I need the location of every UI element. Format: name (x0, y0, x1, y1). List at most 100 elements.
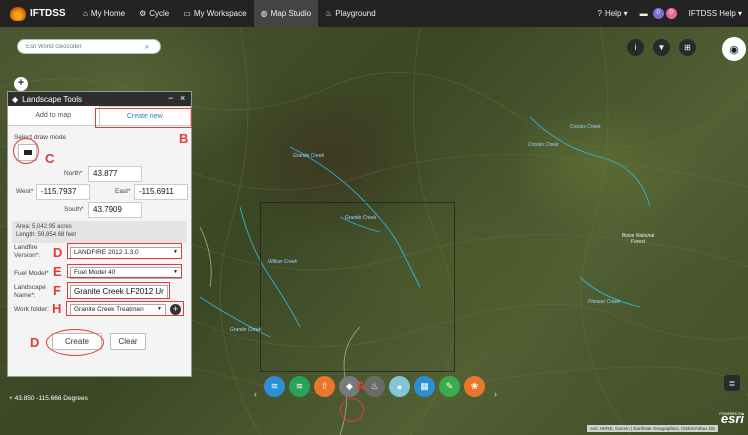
map-label: Crooks Creek (528, 142, 559, 148)
map-label: Granite Creek (293, 153, 325, 159)
palette-icon[interactable]: ❀ (464, 376, 485, 397)
toolbar-next-arrow-icon[interactable]: › (494, 389, 497, 399)
annotation-letter-d2: D (30, 335, 40, 350)
panel-title: Landscape Tools (22, 94, 83, 104)
map-label: Crooks Creek (570, 124, 601, 130)
east-input[interactable]: -115.6911 (134, 184, 188, 200)
nav-cycle[interactable]: ⚙ Cycle (132, 0, 176, 27)
layers-icon[interactable]: ≋ (264, 376, 285, 397)
workspace-icon: ▭ (183, 9, 191, 18)
user-help-menu[interactable]: IFTDSS Help ▾ (683, 0, 748, 27)
annotation-letter-b: B (179, 131, 189, 146)
user-help-label: IFTDSS Help ▾ (688, 9, 742, 18)
nav-playground[interactable]: ♨ Playground (318, 0, 383, 27)
nav-my-home[interactable]: ⌂ My Home (76, 0, 132, 27)
landfire-label: Landfire (14, 244, 38, 251)
search-icon[interactable]: ⌕ (138, 40, 156, 53)
annotation-box-b (95, 108, 192, 128)
toolbar-prev-arrow-icon[interactable]: ‹ (254, 389, 257, 399)
annotation-circle-a (340, 398, 364, 422)
area-of-interest-box (260, 202, 455, 372)
north-label: North* (64, 170, 83, 177)
fire-tool-icon[interactable]: ♨ (364, 376, 385, 397)
globe-icon: ◍ (260, 9, 268, 18)
nav-cycle-label: Cycle (149, 9, 170, 18)
panel-header: ◆ Landscape Tools − × (8, 92, 191, 106)
map-label: Granite Creek (230, 327, 262, 333)
landfire-label-line2: Version*: (14, 252, 41, 259)
landscape-tool-icon: ◆ (12, 94, 19, 104)
brand-name: IFTDSS (30, 8, 66, 19)
nav-my-workspace[interactable]: ▭ My Workspace (176, 0, 253, 27)
nav-my-workspace-label: My Workspace (193, 9, 247, 18)
length-text: Length: 59,854.68 feet (16, 232, 77, 238)
legend-list-icon[interactable]: ≣ (724, 375, 740, 391)
draw-icon[interactable]: ✎ (439, 376, 460, 397)
grid-icon[interactable]: ▦ (414, 376, 435, 397)
annotation-box-e (67, 264, 182, 278)
map-toolbar: ≋ ≋ ⇧ ◆ ♨ ● ▦ ✎ ❀ (264, 373, 494, 400)
inbox-icon: ▬ (639, 9, 648, 18)
cycle-icon: ⚙ (139, 9, 147, 18)
work-folder-label: Work folder: (14, 306, 49, 313)
help-label: Help ▾ (604, 9, 628, 18)
fire-icon: ♨ (325, 9, 333, 18)
notification-badge-two: 0 (665, 8, 677, 19)
annotation-letter-e: E (53, 264, 62, 279)
nav-playground-label: Playground (335, 9, 376, 18)
annotation-circle-c (13, 138, 39, 164)
east-label: East* (115, 188, 131, 195)
west-label: West* (16, 188, 34, 195)
help-circle-icon: ? (597, 9, 602, 18)
north-input[interactable]: 43.877 (88, 166, 142, 182)
clear-button[interactable]: Clear (110, 333, 146, 350)
nav-map-studio-label: Map Studio (270, 9, 312, 18)
upload-icon[interactable]: ⇧ (314, 376, 335, 397)
map-label: Willow Creek (268, 259, 298, 265)
extent-icon[interactable]: ⊞ (679, 39, 696, 56)
geocoder: ⌕ (17, 39, 161, 54)
nav-map-studio[interactable]: ◍ Map Studio (253, 0, 319, 27)
zoom-in-button[interactable]: + (14, 77, 28, 91)
annotation-letter-c: C (45, 151, 55, 166)
filter-icon[interactable]: ▼ (653, 39, 670, 56)
annotation-oval-create (46, 329, 104, 356)
basemap-icon[interactable]: ≋ (289, 376, 310, 397)
map-label: Boise National Forest (621, 233, 655, 245)
nav-my-home-label: My Home (90, 9, 126, 18)
marker-icon[interactable]: ● (389, 376, 410, 397)
map-label: Granite Creek (345, 215, 377, 221)
coords-text: 43.850 -115.666 Degrees (14, 395, 88, 402)
map-attribution: esri, HERE, Garmin | Earthstar Geographi… (587, 425, 718, 432)
map-label: Pioneer Creek (588, 299, 620, 305)
brand[interactable]: IFTDSS (0, 6, 76, 21)
south-label: South* (64, 206, 84, 213)
esri-logo: esri (720, 411, 744, 426)
home-icon: ⌂ (83, 9, 88, 18)
tab-add-to-map[interactable]: Add to map (8, 106, 99, 125)
minimize-icon[interactable]: − (168, 93, 173, 103)
south-input[interactable]: 43.7909 (88, 202, 142, 218)
annotation-letter-h: H (52, 301, 62, 316)
landscape-name-label: Landscape (14, 284, 46, 291)
annotation-box-h (66, 301, 184, 316)
annotation-letter-d1: D (53, 245, 63, 260)
info-icon[interactable]: i (627, 39, 644, 56)
cursor-coordinates: + 43.850 -115.666 Degrees (9, 395, 88, 402)
notification-badge-one: 0 (652, 8, 664, 19)
area-text: Area: 5,042.95 acres (16, 224, 72, 230)
visibility-eye-icon[interactable]: ◉ (722, 37, 746, 61)
iftdss-logo-icon (10, 6, 26, 21)
geocoder-search-input[interactable] (18, 43, 138, 50)
annotation-box-f (67, 282, 170, 299)
area-info: Area: 5,042.95 acres Length: 59,854.68 f… (12, 221, 187, 243)
help-menu[interactable]: ? Help ▾ (591, 0, 633, 27)
annotation-letter-a: A (356, 378, 366, 393)
fuel-model-label: Fuel Model* (14, 270, 49, 277)
annotation-box-d (67, 243, 182, 259)
notifications[interactable]: ▬ 0 0 (634, 0, 683, 27)
close-icon[interactable]: × (180, 93, 185, 103)
west-input[interactable]: -115.7937 (36, 184, 90, 200)
landscape-name-label-line2: Name*: (14, 292, 36, 299)
top-navigation-bar: IFTDSS ⌂ My Home ⚙ Cycle ▭ My Workspace … (0, 0, 748, 27)
